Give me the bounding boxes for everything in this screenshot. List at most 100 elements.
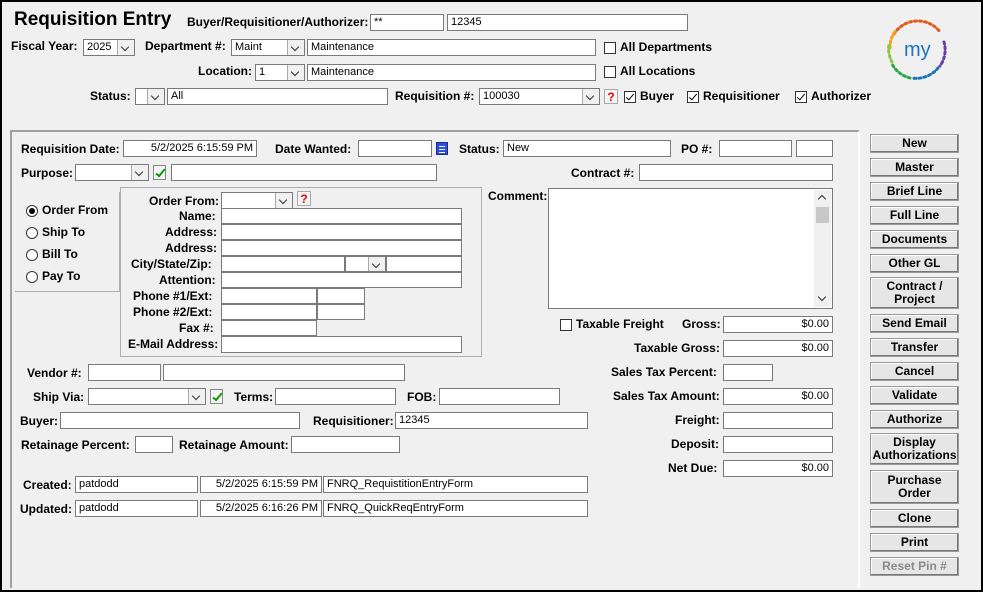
reset-pin-button[interactable]: Reset Pin # [870, 557, 959, 576]
gross-input[interactable]: $0.00 [723, 316, 833, 333]
po-suffix-input[interactable] [796, 140, 833, 157]
validate-button[interactable]: Validate [870, 386, 959, 405]
app-logo: my [882, 14, 952, 86]
location-select[interactable]: 1 [255, 64, 305, 81]
req-date-input[interactable]: 5/2/2025 6:15:59 PM [123, 140, 257, 157]
order-from-select[interactable] [221, 192, 293, 209]
attention-input[interactable] [221, 272, 462, 288]
authorizer-checkbox[interactable] [795, 91, 807, 103]
department-name-input[interactable]: Maintenance [307, 39, 596, 56]
question-mark-icon[interactable]: ? [297, 191, 311, 206]
po-input[interactable] [719, 140, 792, 157]
state-select[interactable] [345, 256, 386, 272]
green-check-icon[interactable] [210, 389, 223, 404]
comment-textarea[interactable] [548, 188, 833, 309]
address2-input[interactable] [221, 240, 462, 256]
transfer-button[interactable]: Transfer [870, 338, 959, 357]
green-check-icon[interactable] [153, 165, 166, 180]
vendor-label: Vendor #: [27, 366, 82, 380]
chevron-down-icon[interactable] [117, 40, 134, 55]
phone1-ext-input[interactable] [317, 288, 365, 304]
phone1-input[interactable] [221, 288, 317, 304]
clone-button[interactable]: Clone [870, 509, 959, 528]
authorize-button[interactable]: Authorize [870, 410, 959, 429]
email-input[interactable] [221, 336, 462, 353]
status-filter-input[interactable]: All [167, 88, 388, 105]
full-line-button[interactable]: Full Line [870, 206, 959, 225]
fax-input[interactable] [221, 320, 317, 336]
sales-tax-percent-input[interactable] [723, 364, 773, 381]
all-departments-checkbox[interactable] [604, 42, 616, 54]
buyer-checkbox[interactable] [624, 91, 636, 103]
vendor-name-input[interactable] [163, 364, 405, 381]
location-name-input[interactable]: Maintenance [307, 64, 596, 81]
department-select[interactable]: Maint [231, 39, 305, 56]
retainage-amount-input[interactable] [291, 436, 400, 453]
calendar-icon[interactable] [436, 142, 448, 155]
ship-to-radio[interactable] [26, 227, 38, 239]
chevron-down-icon[interactable] [188, 389, 205, 404]
fob-input[interactable] [439, 388, 560, 405]
comment-label: Comment: [488, 189, 548, 203]
chevron-down-icon[interactable] [368, 257, 385, 271]
all-locations-checkbox[interactable] [604, 66, 616, 78]
freight-input[interactable] [723, 412, 833, 429]
send-email-button[interactable]: Send Email [870, 314, 959, 333]
date-wanted-input[interactable] [358, 140, 432, 157]
sales-tax-amount-input[interactable]: $0.00 [723, 388, 833, 405]
status-filter-label: Status: [90, 89, 131, 103]
chevron-down-icon[interactable] [582, 89, 599, 104]
phone2-input[interactable] [221, 304, 317, 320]
cancel-button[interactable]: Cancel [870, 362, 959, 381]
status-input[interactable]: New [503, 140, 671, 157]
other-gl-button[interactable]: Other GL [870, 254, 959, 273]
requisitioner-input[interactable]: 12345 [395, 412, 588, 429]
requisitioner-checkbox[interactable] [687, 91, 699, 103]
zip-input[interactable] [386, 256, 462, 272]
pay-to-radio[interactable] [26, 271, 38, 283]
buyer-input[interactable] [60, 412, 300, 429]
contract-project-button[interactable]: Contract / Project [870, 277, 959, 309]
chevron-down-icon[interactable] [817, 292, 827, 302]
deposit-input[interactable] [723, 436, 833, 453]
purpose-desc-input[interactable] [171, 164, 437, 181]
comment-scrollbar[interactable] [814, 190, 831, 307]
buyer-value-input[interactable]: 12345 [447, 14, 688, 31]
display-authorizations-button[interactable]: Display Authorizations [870, 433, 959, 465]
scrollbar-thumb[interactable] [816, 207, 829, 223]
name-input[interactable] [221, 208, 462, 224]
chevron-down-icon[interactable] [287, 40, 304, 55]
taxable-gross-input[interactable]: $0.00 [723, 340, 833, 357]
brief-line-button[interactable]: Brief Line [870, 182, 959, 201]
taxable-gross-label: Taxable Gross: [634, 341, 720, 355]
city-input[interactable] [221, 256, 345, 272]
retainage-percent-input[interactable] [135, 436, 173, 453]
taxable-freight-checkbox[interactable] [560, 319, 572, 331]
status-filter-select[interactable] [135, 88, 165, 105]
phone2-ext-input[interactable] [317, 304, 365, 320]
ship-via-select[interactable] [88, 388, 206, 405]
master-button[interactable]: Master [870, 158, 959, 177]
chevron-down-icon[interactable] [131, 165, 148, 180]
chevron-down-icon[interactable] [147, 89, 164, 104]
new-button[interactable]: New [870, 134, 959, 153]
fiscal-year-select[interactable]: 2025 [83, 39, 135, 56]
chevron-down-icon[interactable] [287, 65, 304, 80]
net-due-input[interactable]: $0.00 [723, 460, 833, 477]
documents-button[interactable]: Documents [870, 230, 959, 249]
contract-input[interactable] [639, 164, 833, 181]
requisition-number-select[interactable]: 100030 [479, 88, 600, 105]
chevron-down-icon[interactable] [275, 193, 292, 208]
purpose-select[interactable] [75, 164, 149, 181]
terms-input[interactable] [275, 388, 396, 405]
order-from-radio[interactable] [26, 205, 38, 217]
bill-to-radio[interactable] [26, 249, 38, 261]
print-button[interactable]: Print [870, 533, 959, 552]
department-code: Maint [235, 41, 262, 53]
question-mark-icon[interactable]: ? [604, 89, 618, 104]
address1-input[interactable] [221, 224, 462, 240]
buyer-code-input[interactable]: ** [370, 14, 444, 31]
chevron-up-icon[interactable] [817, 194, 827, 204]
purchase-order-button[interactable]: Purchase Order [870, 470, 959, 504]
vendor-code-input[interactable] [88, 364, 161, 381]
